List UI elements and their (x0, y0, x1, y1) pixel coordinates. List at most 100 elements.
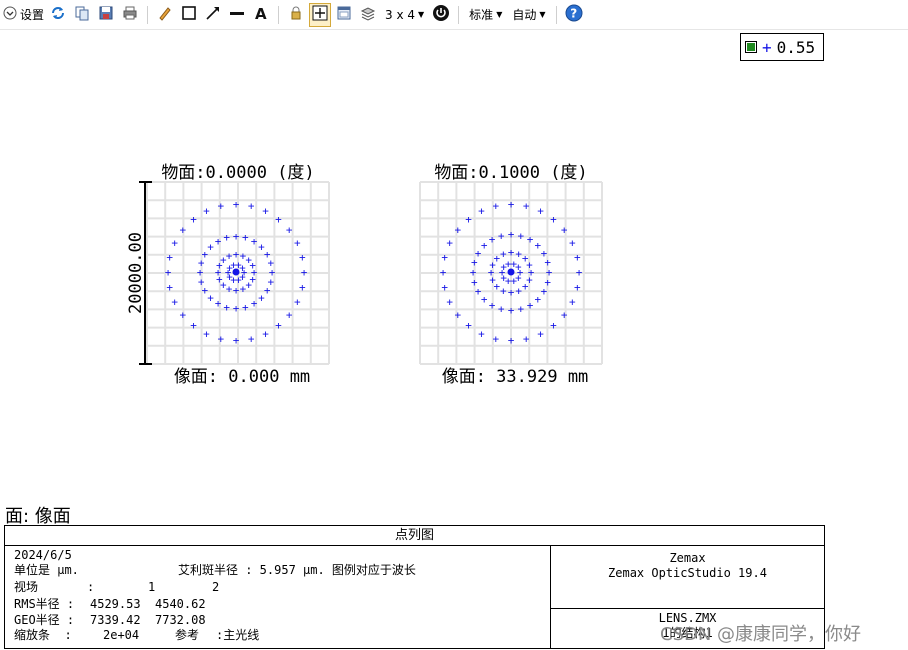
spot-marker: + (218, 332, 225, 345)
spot-marker: + (248, 332, 255, 345)
spot-marker: + (574, 281, 581, 294)
spot-marker: + (299, 281, 306, 294)
spot-marker: + (550, 319, 557, 332)
product-name: Zemax OpticStudio 19.4 (608, 566, 767, 580)
spot-marker: + (180, 224, 187, 237)
spot-diagram-field-1: ++++++++++++++++++++ + + + +++++++++++++++++… (146, 163, 330, 387)
image-height-label: 像面: 33.929 mm (442, 367, 589, 387)
spot-marker: + (508, 286, 515, 299)
spot-marker: + (275, 213, 282, 226)
spot-marker: + (508, 304, 515, 317)
spot-marker: + (239, 261, 246, 274)
spot-marker: + (493, 200, 500, 213)
spot-marker: + (267, 257, 274, 270)
rms-value-2: 4540.62 (155, 597, 206, 611)
scale-value: 2e+04 (103, 628, 140, 642)
spot-marker: + (515, 261, 522, 274)
spot-marker: + (481, 293, 488, 306)
geo-value-2: 7732.08 (155, 613, 206, 627)
spot-marker: + (508, 198, 515, 211)
field-value-2: 2 (212, 580, 220, 594)
spot-marker: + (455, 224, 462, 237)
geo-label: GEO半径 : (14, 613, 75, 627)
product-block: Zemax Zemax OpticStudio 19.4 (551, 546, 824, 609)
spot-marker: + (166, 251, 173, 264)
spot-marker: + (251, 235, 258, 248)
scale-label: 缩放条 : (14, 628, 72, 642)
watermark: CSDN @康康同学，你好 (660, 624, 862, 645)
spot-marker: + (478, 327, 485, 340)
spot-marker: + (518, 303, 525, 316)
info-left: 2024/6/5 单位是 µm. 艾利斑半径 : 5.957 µm. 图例对应于… (5, 546, 551, 649)
spot-center (232, 268, 240, 276)
spot-marker: + (233, 302, 240, 315)
spot-marker: + (233, 230, 240, 243)
spot-marker: + (215, 297, 222, 310)
spot-diagram-area: ++++++++++++++++++++ + + + +++++++++++++++++… (126, 163, 603, 387)
spot-marker: + (286, 308, 293, 321)
scale-bar-value: 20000.00 (126, 232, 146, 314)
spot-marker: + (537, 205, 544, 218)
airy-text: 艾利斑半径 : 5.957 µm. 图例对应于波长 (178, 563, 416, 577)
spot-marker: + (550, 213, 557, 226)
image-height-label: 像面: 0.000 mm (174, 367, 310, 387)
spot-center (507, 268, 515, 276)
spot-marker: + (294, 296, 301, 309)
spot-marker: + (301, 266, 308, 279)
spot-marker: + (481, 239, 488, 252)
spot-marker: + (218, 200, 225, 213)
spot-marker: + (262, 327, 269, 340)
date-text: 2024/6/5 (14, 548, 72, 562)
spot-marker: + (215, 235, 222, 248)
spot-marker: + (242, 231, 249, 244)
spot-marker: + (498, 303, 505, 316)
spot-marker: + (165, 266, 172, 279)
spot-marker: + (166, 281, 173, 294)
spot-marker: + (299, 251, 306, 264)
spot-marker: + (569, 236, 576, 249)
spot-marker: + (233, 198, 240, 211)
field-title: 物面:0.0000 (度) (161, 163, 314, 183)
spot-marker: + (233, 334, 240, 347)
spot-marker: + (489, 233, 496, 246)
spot-marker: + (561, 224, 568, 237)
spot-marker: + (465, 319, 472, 332)
spot-marker: + (440, 266, 447, 279)
spot-marker: + (527, 299, 534, 312)
spot-marker: + (508, 334, 515, 347)
spot-marker: + (489, 299, 496, 312)
spot-marker: + (248, 200, 255, 213)
spot-marker: + (286, 224, 293, 237)
spot-marker: + (498, 229, 505, 242)
spot-marker: + (441, 251, 448, 264)
spot-marker: + (223, 301, 230, 314)
spot-marker: + (576, 266, 583, 279)
spot-marker: + (171, 236, 178, 249)
spot-marker: + (441, 281, 448, 294)
spot-marker: + (541, 285, 548, 298)
panel-title: 点列图 (5, 526, 824, 546)
spot-marker: + (526, 258, 533, 271)
spot-marker: + (537, 327, 544, 340)
spot-marker: + (574, 251, 581, 264)
company-name: Zemax (669, 551, 706, 565)
units-text: 单位是 µm. (14, 563, 79, 577)
spot-marker: + (561, 308, 568, 321)
spot-marker: + (203, 205, 210, 218)
spot-marker: + (262, 205, 269, 218)
spot-marker: + (535, 293, 542, 306)
spot-marker: + (465, 213, 472, 226)
spot-marker: + (493, 332, 500, 345)
field-value-1: 1 (148, 580, 156, 594)
reference-value: :主光线 (216, 628, 260, 642)
field-separator: : (87, 580, 95, 594)
reference-label: 参考 (175, 628, 200, 642)
field-label: 视场 (14, 580, 39, 594)
spot-marker: + (207, 241, 214, 254)
geo-value-1: 7339.42 (90, 613, 141, 627)
rms-label: RMS半径 : (14, 597, 75, 611)
field-title: 物面:0.1000 (度) (434, 163, 587, 183)
spot-marker: + (478, 205, 485, 218)
spot-diagram-field-2: ++++++++++++++++++++ + + + +++++++++++++++++… (419, 163, 603, 387)
spot-marker: + (180, 308, 187, 321)
